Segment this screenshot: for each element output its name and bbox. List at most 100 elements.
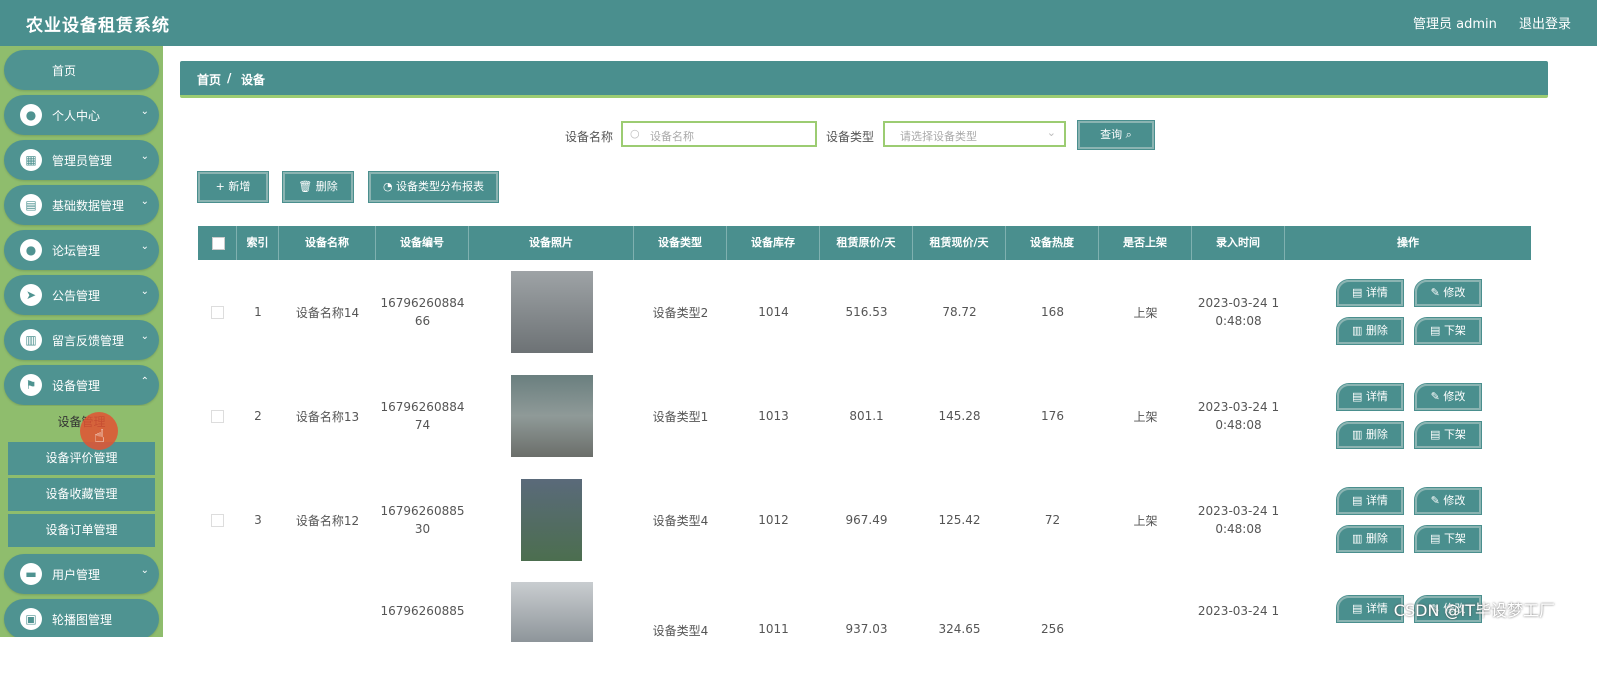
column-header: 设备名称 <box>279 226 376 260</box>
offshelf-button[interactable]: ▤ 下架 <box>1414 421 1482 449</box>
cell-time-line1: 2023-03-24 1 <box>1197 504 1280 518</box>
row-delete-button[interactable]: ▥ 删除 <box>1336 421 1404 449</box>
cell-current-price: 324.65 <box>938 622 981 636</box>
sidebar-item-feedback[interactable]: ▥ 留言反馈管理 ⌄ <box>4 320 159 360</box>
cell-time-line1: 2023-03-24 1 <box>1197 400 1280 414</box>
chevron-up-icon: ⌃ <box>140 376 149 387</box>
cell-current-price: 145.28 <box>938 409 981 423</box>
detail-button[interactable]: ▤ 详情 <box>1336 279 1404 307</box>
detail-label: 详情 <box>1365 286 1388 299</box>
add-button[interactable]: + 新增 <box>197 171 269 203</box>
detail-label: 详情 <box>1365 494 1388 507</box>
sidebar-item-label: 个人中心 <box>52 109 101 123</box>
row-checkbox[interactable] <box>211 513 224 527</box>
cell-time-line1: 2023-03-24 1 <box>1197 604 1280 618</box>
trash-icon: 🗑 <box>298 180 313 193</box>
cell-type: 设备类型1 <box>652 409 709 424</box>
cell-time-line2: 0:48:08 <box>1215 418 1262 432</box>
cell-heat: 256 <box>1041 622 1064 636</box>
row-checkbox[interactable] <box>211 305 224 319</box>
equipment-photo <box>510 582 593 642</box>
pencil-icon: ✎ <box>1430 286 1444 299</box>
name-search-input[interactable]: ○ 设备名称 <box>621 121 817 147</box>
delete-button[interactable]: 🗑 删除 <box>282 171 354 203</box>
search-icon: ⌕ <box>1125 128 1132 141</box>
user-icon: ● <box>20 104 42 126</box>
document-icon: ▤ <box>1430 324 1444 337</box>
submenu-equipment-favorite[interactable]: 设备收藏管理 <box>8 478 155 511</box>
submenu-equipment-review[interactable]: 设备评价管理 <box>8 442 155 475</box>
pie-chart-icon: ◔ <box>382 180 393 193</box>
cell-heat: 72 <box>1044 513 1061 527</box>
detail-button[interactable]: ▤ 详情 <box>1336 383 1404 411</box>
sidebar-item-announcement[interactable]: ➤ 公告管理 ⌄ <box>4 275 159 315</box>
submenu-equipment-order[interactable]: 设备订单管理 <box>8 514 155 547</box>
sidebar-item-label: 基础数据管理 <box>52 199 125 213</box>
breadcrumb-home[interactable]: 首页 <box>197 71 221 88</box>
cell-heat: 168 <box>1041 305 1064 319</box>
detail-button[interactable]: ▤ 详情 <box>1336 487 1404 515</box>
cell-time-line2: 0:48:08 <box>1215 314 1262 328</box>
cell-stock: 1012 <box>758 513 789 527</box>
column-header: 租赁原价/天 <box>820 226 913 260</box>
document-icon: ▤ <box>1352 286 1366 299</box>
edit-label: 修改 <box>1443 494 1466 507</box>
clipboard-icon: ▣ <box>20 608 42 630</box>
select-all-cell[interactable] <box>198 226 237 260</box>
type-placeholder: 请选择设备类型 <box>900 130 977 143</box>
cell-code-line2: 66 <box>414 314 431 328</box>
type-select[interactable]: 请选择设备类型 ⌄ <box>883 121 1066 147</box>
offshelf-button[interactable]: ▤ 下架 <box>1414 317 1482 345</box>
equipment-photo <box>510 271 593 353</box>
send-icon: ➤ <box>20 284 42 306</box>
table-header: 索引 设备名称 设备编号 设备照片 设备类型 设备库存 租赁原价/天 租赁现价/… <box>198 226 1531 260</box>
row-delete-button[interactable]: ▥ 删除 <box>1336 317 1404 345</box>
cell-time-line1: 2023-03-24 1 <box>1197 296 1280 310</box>
sidebar-item-equipment[interactable]: ⚑ 设备管理 ⌃ <box>4 365 159 405</box>
sidebar-item-carousel[interactable]: ▣ 轮播图管理 <box>4 599 159 637</box>
cell-stock: 1013 <box>758 409 789 423</box>
breadcrumb-current: 设备 <box>241 73 266 87</box>
chevron-down-icon: ⌄ <box>140 151 149 162</box>
sidebar-item-home[interactable]: 首页 <box>4 50 159 90</box>
sidebar-item-admin[interactable]: ▦ 管理员管理 ⌄ <box>4 140 159 180</box>
sidebar-item-label: 用户管理 <box>52 568 101 582</box>
cell-original-price: 801.1 <box>849 409 884 423</box>
column-header: 设备编号 <box>376 226 469 260</box>
table-row: 1 设备名称14 16796260884 66 设备类型2 1014 516.53… <box>198 260 1531 364</box>
table-row: 2 设备名称13 16796260884 74 设备类型1 1013 801.1 … <box>198 364 1531 468</box>
cell-code-line1: 16796260885 <box>380 604 465 618</box>
row-checkbox[interactable] <box>211 409 224 423</box>
sidebar-item-label: 公告管理 <box>52 289 101 303</box>
briefcase-icon: ▬ <box>20 563 42 585</box>
cell-status: 上架 <box>1133 409 1158 424</box>
sidebar-item-users[interactable]: ▬ 用户管理 ⌄ <box>4 554 159 594</box>
sidebar-item-base-data[interactable]: ▤ 基础数据管理 ⌄ <box>4 185 159 225</box>
sidebar-item-personal-center[interactable]: ● 个人中心 ⌄ <box>4 95 159 135</box>
edit-button[interactable]: ✎ 修改 <box>1414 279 1482 307</box>
sidebar-item-forum[interactable]: ● 论坛管理 ⌄ <box>4 230 159 270</box>
document-icon: ▤ <box>1430 428 1444 441</box>
chart-icon: ▤ <box>20 194 42 216</box>
table-row: 3 设备名称12 16796260885 30 设备类型4 1012 967.49… <box>198 468 1531 572</box>
pencil-icon: ✎ <box>1430 494 1444 507</box>
type-report-button[interactable]: ◔ 设备类型分布报表 <box>368 171 499 203</box>
cell-original-price: 967.49 <box>845 513 888 527</box>
edit-label: 修改 <box>1443 390 1466 403</box>
edit-button[interactable]: ✎ 修改 <box>1414 383 1482 411</box>
offshelf-label: 下架 <box>1443 428 1466 441</box>
select-all-checkbox[interactable] <box>212 237 225 250</box>
cell-original-price: 516.53 <box>845 305 888 319</box>
row-delete-button[interactable]: ▥ 删除 <box>1336 525 1404 553</box>
query-button[interactable]: 查询 ⌕ <box>1077 120 1155 150</box>
chevron-down-icon: ⌄ <box>140 331 149 342</box>
type-label: 设备类型 <box>826 130 875 144</box>
chevron-down-icon: ⌄ <box>140 565 149 576</box>
offshelf-button[interactable]: ▤ 下架 <box>1414 525 1482 553</box>
pencil-icon: ✎ <box>1430 390 1444 403</box>
edit-button[interactable]: ✎ 修改 <box>1414 487 1482 515</box>
cell-code-line1: 16796260885 <box>380 504 465 518</box>
cell-type: 设备类型4 <box>652 513 709 528</box>
logout-link[interactable]: 退出登录 <box>1519 17 1571 32</box>
sidebar: 首页 ● 个人中心 ⌄ ▦ 管理员管理 ⌄ ▤ 基础数据管理 ⌄ ● 论坛管理 … <box>0 46 163 637</box>
